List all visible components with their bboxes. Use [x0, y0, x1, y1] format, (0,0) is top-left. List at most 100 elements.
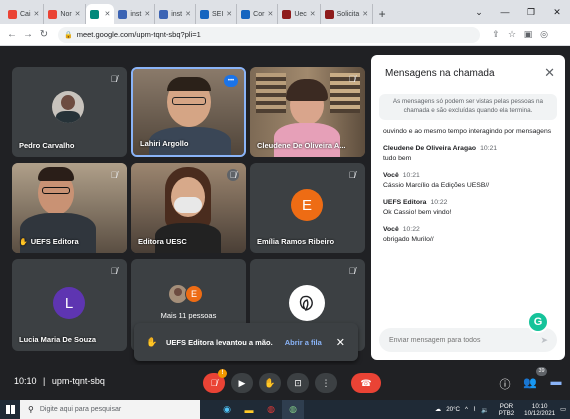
network-icon[interactable]: ⌇ — [473, 406, 476, 413]
edge-icon[interactable]: ◉ — [216, 400, 238, 419]
url-text: meet.google.com/upm-tqnt-sbq?pli=1 — [76, 30, 201, 39]
camera-toggle-button[interactable]: ▶ — [231, 373, 253, 393]
participant-tile[interactable]: 🎙̸ E Emília Ramos Ribeiro — [250, 163, 365, 253]
participant-name: Emília Ramos Ribeiro — [257, 237, 335, 246]
grammarly-icon[interactable]: G — [527, 311, 549, 333]
chat-icon[interactable]: ▬ — [549, 376, 563, 388]
tab-label: Cor — [253, 10, 265, 18]
more-options-button[interactable]: ⋮ — [315, 373, 337, 393]
minimize-icon[interactable]: — — [492, 7, 518, 17]
warning-badge-icon: ! — [218, 369, 227, 378]
windows-logo-icon — [5, 405, 15, 414]
chat-message-input[interactable] — [389, 336, 529, 344]
tab-label: Cai — [20, 10, 31, 18]
language-indicator[interactable]: POR PTB2 — [494, 403, 514, 417]
participant-name: Pedro Carvalho — [19, 141, 75, 150]
maximize-icon[interactable]: ❐ — [518, 7, 544, 18]
reload-icon[interactable]: ↻ — [36, 29, 52, 40]
mic-off-icon: 🎙̸ — [227, 169, 239, 181]
open-queue-button[interactable]: Abrir a fila — [285, 338, 322, 347]
tab-label: Nor — [60, 10, 72, 18]
notifications-icon[interactable]: ▭ — [560, 406, 566, 413]
tab-favicon-icon — [8, 9, 17, 19]
browser-tab[interactable]: Cai ✕ — [4, 4, 45, 24]
tab-close-icon[interactable]: ✕ — [267, 10, 273, 18]
browser-tab[interactable]: Nor ✕ — [44, 4, 86, 24]
active-app-icon[interactable]: ◍ — [282, 400, 304, 419]
forward-icon[interactable]: → — [20, 29, 36, 40]
chat-message-list[interactable]: ouvindo e ao mesmo tempo interagindo por… — [383, 127, 555, 319]
message-text: Ok Cassio! bem vindo! — [383, 209, 452, 216]
browser-tab[interactable]: inst ✕ — [155, 4, 196, 24]
tab-close-icon[interactable]: ✕ — [75, 10, 81, 18]
tab-close-icon[interactable]: ✕ — [362, 10, 368, 18]
url-omnibox[interactable]: 🔒 meet.google.com/upm-tqnt-sbq?pli=1 — [58, 26, 480, 43]
side-panel-icon[interactable]: ▣ — [520, 29, 536, 40]
raise-hand-button[interactable]: ✋ — [259, 373, 281, 393]
taskbar-search[interactable]: ⚲ Digite aqui para pesquisar — [20, 400, 200, 419]
toolbar-icons: ⇪ ☆ ▣ ◎ — [488, 29, 552, 40]
avatar: E — [291, 189, 323, 221]
tab-close-icon[interactable]: ✕ — [34, 10, 40, 18]
toast-message: UEFS Editora levantou a mão. — [166, 337, 273, 347]
participant-tile[interactable]: 🎙̸ Editora UESC — [131, 163, 246, 253]
chat-input-box[interactable]: ➤ — [379, 328, 557, 352]
browser-tab[interactable]: ✕ — [85, 4, 115, 24]
tab-close-icon[interactable]: ✕ — [226, 10, 232, 18]
people-count-badge: 39 — [536, 367, 547, 376]
tab-close-icon[interactable]: ✕ — [310, 10, 316, 18]
message-sender: Você — [383, 172, 399, 179]
mic-off-icon: 🎙̸ — [110, 266, 118, 276]
bookmark-star-icon[interactable]: ☆ — [504, 29, 520, 40]
meeting-controls-bar: 10:10 | upm-tqnt-sbq 🎙̸ ! ▶ ✋ ⊡ ⋮ ☎ ⓘ 👥 … — [0, 365, 570, 400]
chrome-icon[interactable]: ◍ — [260, 400, 282, 419]
mic-off-icon: 🎙̸ — [110, 170, 118, 180]
browser-tab[interactable]: SEI ✕ — [196, 4, 238, 24]
tab-label: Solicita — [336, 10, 360, 18]
browser-tab[interactable]: Cor ✕ — [237, 4, 279, 24]
mic-off-icon: 🎙̸ — [110, 74, 118, 84]
participant-tile[interactable]: 🎙̸ Pedro Carvalho — [12, 67, 127, 157]
leave-call-button[interactable]: ☎ — [351, 373, 381, 393]
tab-close-icon[interactable]: ✕ — [105, 10, 111, 18]
close-window-icon[interactable]: ✕ — [544, 7, 570, 18]
raised-hand-toast: ✋ UEFS Editora levantou a mão. Abrir a f… — [134, 323, 358, 361]
file-explorer-icon[interactable]: ▬ — [238, 400, 260, 419]
browser-tab[interactable]: Solicita ✕ — [321, 4, 374, 24]
close-icon[interactable]: ✕ — [336, 336, 345, 349]
tab-close-icon[interactable]: ✕ — [144, 10, 150, 18]
participant-tile[interactable]: 🎙̸ Cleudene De Oliveira A... — [250, 67, 365, 157]
participant-tile-active[interactable]: ••• Lahiri Argollo — [131, 67, 246, 157]
participant-tile[interactable]: 🎙̸ ✋ UEFS Editora — [12, 163, 127, 253]
start-button[interactable] — [0, 400, 20, 419]
tab-favicon-icon — [48, 9, 58, 19]
participant-name: ✋ UEFS Editora — [19, 237, 79, 246]
chat-message: Você 10:21 Cássio Marcílio da Edições UESB… — [383, 172, 555, 190]
meeting-details-icon[interactable]: ⓘ — [498, 376, 512, 392]
tab-favicon-icon — [89, 9, 99, 19]
avatar: E — [185, 285, 203, 303]
message-text: Cássio Marcílio da Edições UESB// — [383, 182, 490, 189]
new-tab-button[interactable]: + — [373, 4, 391, 24]
close-icon[interactable]: ✕ — [544, 65, 555, 81]
participant-tile[interactable]: 🎙̸ L Lucia Maria De Souza — [12, 259, 127, 351]
people-icon[interactable]: 👥 — [523, 376, 537, 389]
browser-tab[interactable]: inst ✕ — [114, 4, 156, 24]
profile-icon[interactable]: ◎ — [536, 29, 552, 40]
volume-icon[interactable]: 🔉 — [481, 406, 489, 414]
clock[interactable]: 10:10 10/12/2021 — [519, 403, 555, 417]
back-icon[interactable]: ← — [4, 29, 20, 40]
address-bar: ← → ↻ 🔒 meet.google.com/upm-tqnt-sbq?pli… — [0, 24, 570, 46]
present-screen-button[interactable]: ⊡ — [287, 373, 309, 393]
window-controls: ⌄ — ❐ ✕ — [466, 0, 570, 24]
share-icon[interactable]: ⇪ — [488, 29, 504, 40]
tab-search-chevron-icon[interactable]: ⌄ — [466, 7, 492, 18]
avatar — [52, 91, 84, 123]
tab-favicon-icon — [118, 9, 128, 19]
send-icon[interactable]: ➤ — [540, 335, 548, 346]
tray-chevron-icon[interactable]: ^ — [465, 406, 468, 413]
browser-tab[interactable]: Uec ✕ — [278, 4, 321, 24]
lock-icon: 🔒 — [64, 31, 73, 39]
tab-close-icon[interactable]: ✕ — [185, 10, 191, 18]
message-time: 10:22 — [430, 199, 448, 206]
